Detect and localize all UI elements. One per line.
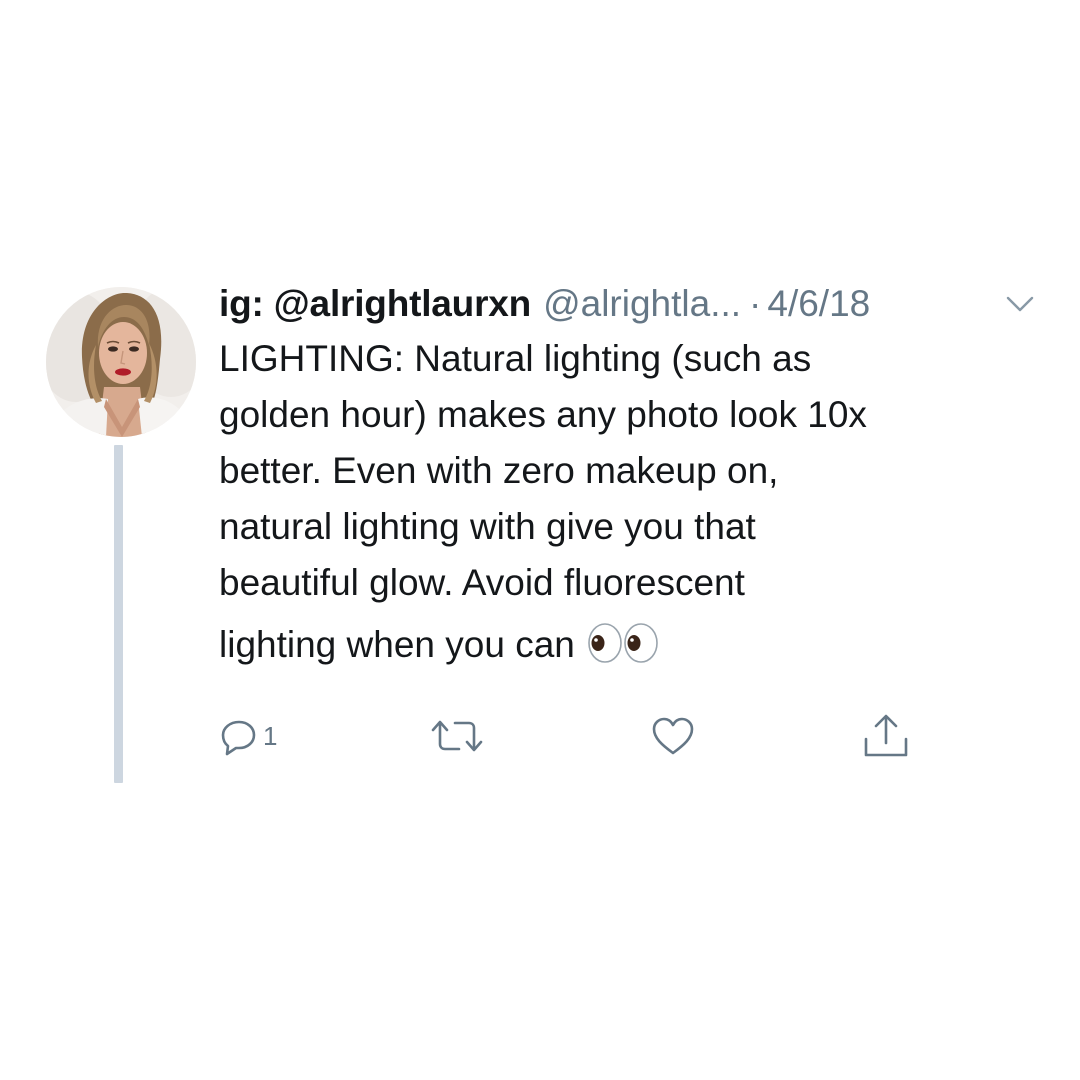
share-button[interactable] xyxy=(861,713,911,759)
tweet-text-line: natural lighting with give you that xyxy=(219,506,756,547)
tweet-header: ig: @alrightlaurxn @alrightla... · 4/6/1… xyxy=(219,278,870,330)
tweet-text-line: golden hour) makes any photo look 10x xyxy=(219,394,867,435)
eyes-emoji-icon xyxy=(587,623,661,663)
chevron-down-icon[interactable] xyxy=(1004,292,1036,316)
avatar[interactable] xyxy=(46,287,196,437)
share-icon xyxy=(864,714,908,757)
avatar-image xyxy=(46,287,196,437)
retweet-button[interactable] xyxy=(429,713,485,759)
reply-icon xyxy=(221,720,256,756)
tweet-text-line: better. Even with zero makeup on, xyxy=(219,450,779,491)
separator-dot: · xyxy=(749,283,762,324)
tweet-text: LIGHTING: Natural lighting (such as gold… xyxy=(219,331,1059,673)
heart-icon xyxy=(652,717,694,755)
tweet-text-line-last: lighting when you can xyxy=(219,617,1059,673)
like-button[interactable] xyxy=(650,713,696,759)
thread-line xyxy=(114,445,123,783)
tweet-text-line: beautiful glow. Avoid fluorescent xyxy=(219,562,745,603)
reply-button[interactable]: 1 xyxy=(219,713,277,759)
reply-count: 1 xyxy=(263,721,278,751)
tweet-date[interactable]: 4/6/18 xyxy=(767,278,870,330)
retweet-icon xyxy=(431,720,483,752)
display-name[interactable]: ig: @alrightlaurxn xyxy=(219,278,531,330)
tweet-text-line: LIGHTING: Natural lighting (such as xyxy=(219,338,812,379)
tweet-text-line: lighting when you can xyxy=(219,624,575,665)
user-handle[interactable]: @alrightla... xyxy=(543,278,741,330)
tweet: ig: @alrightlaurxn @alrightla... · 4/6/1… xyxy=(0,0,1080,1080)
